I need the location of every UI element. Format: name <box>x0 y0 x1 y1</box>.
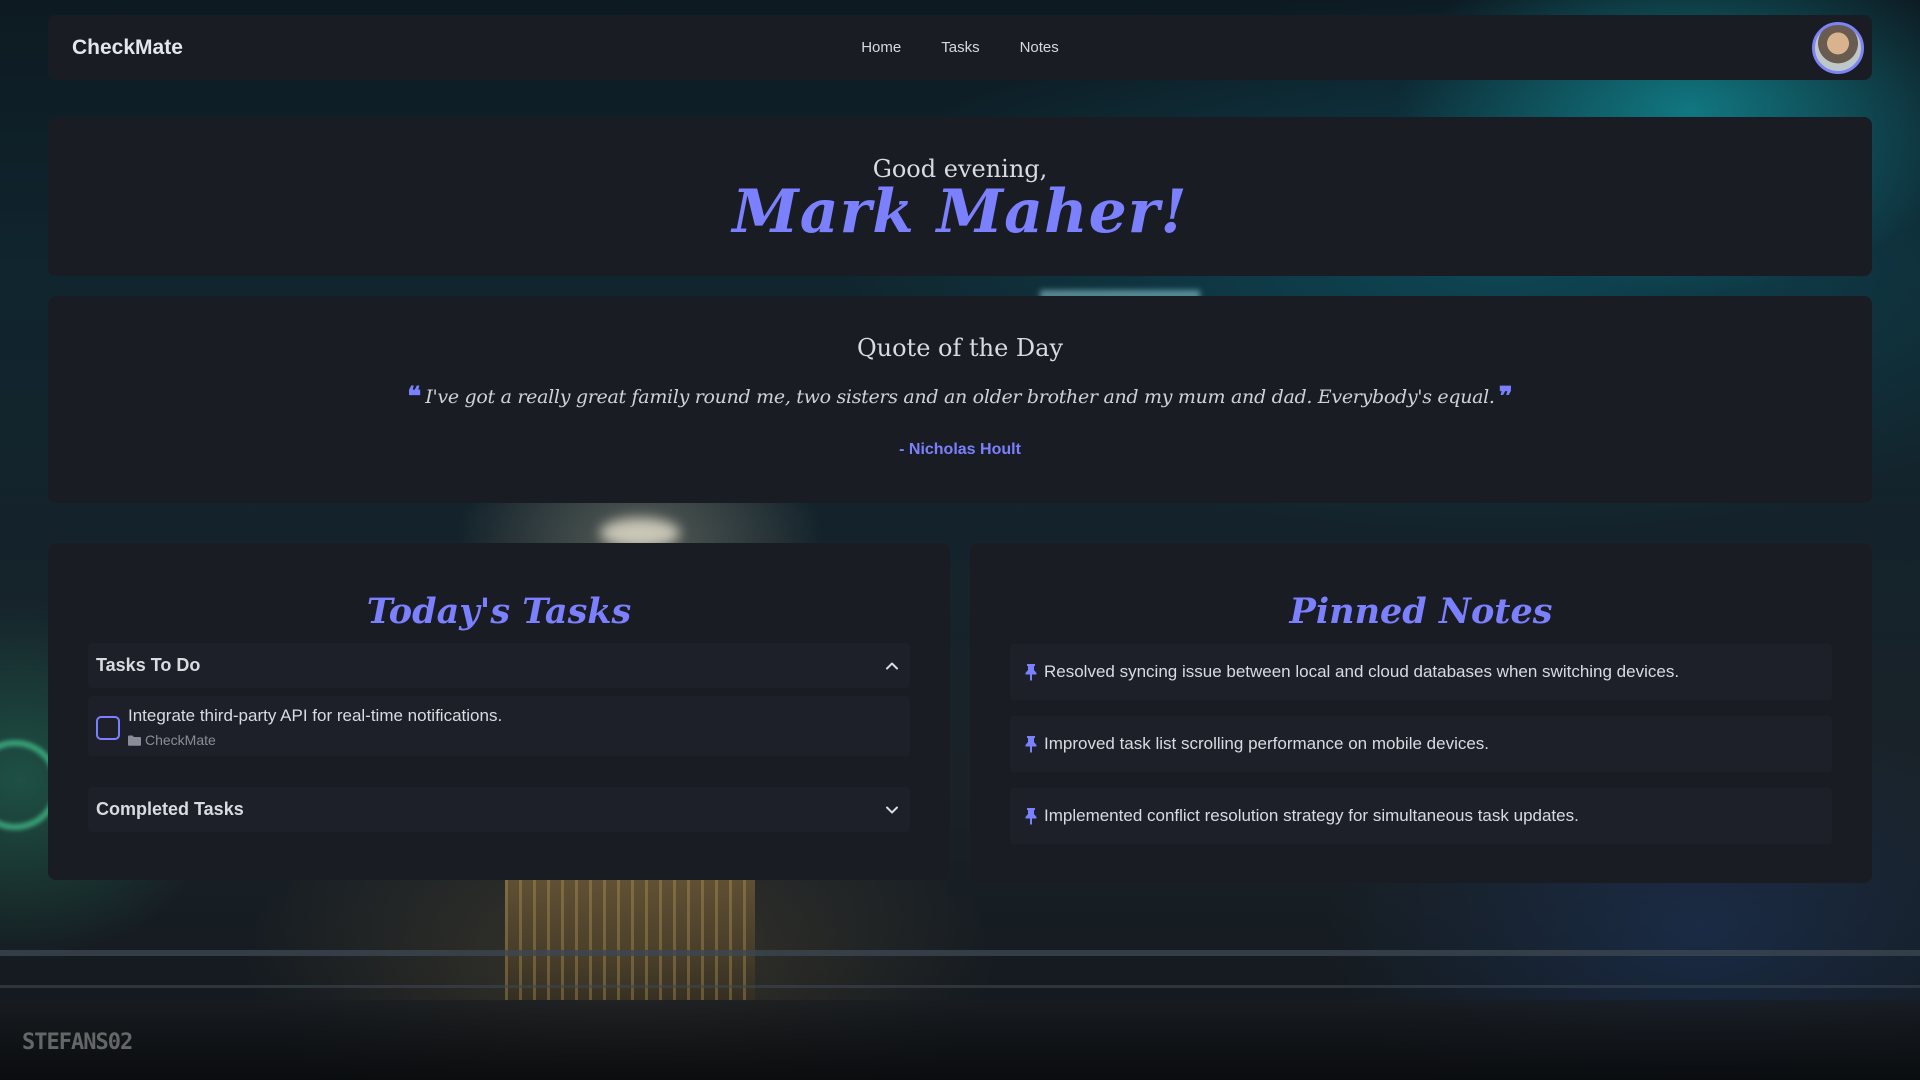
tasks-todo-label: Tasks To Do <box>96 655 201 675</box>
pinned-note-text: Improved task list scrolling performance… <box>1044 734 1490 753</box>
chevron-down-icon[interactable] <box>882 800 902 820</box>
user-name: Mark Maher! <box>732 177 1188 247</box>
task-text: Integrate third-party API for real-time … <box>128 706 503 725</box>
tasks-title: Today's Tasks <box>366 591 632 632</box>
quote-open-icon: ❝ <box>407 382 422 412</box>
greeting-panel: Good evening, Mark Maher! <box>48 117 1872 276</box>
nav-link-notes[interactable]: Notes <box>1020 39 1059 56</box>
brand-logo[interactable]: CheckMate <box>72 36 183 60</box>
tasks-completed-header[interactable]: Completed Tasks <box>88 787 910 832</box>
notes-title: Pinned Notes <box>1289 591 1553 632</box>
background-floor <box>0 1000 1920 1080</box>
tasks-completed-label: Completed Tasks <box>96 799 244 819</box>
user-avatar[interactable] <box>1812 22 1864 74</box>
pin-icon <box>1025 808 1037 825</box>
todays-tasks-panel: Today's Tasks Tasks To Do Integrate thir… <box>48 543 950 880</box>
pinned-note-item[interactable]: Improved task list scrolling performance… <box>1010 716 1832 772</box>
background-watermark: STEFANS02 <box>22 1030 133 1055</box>
task-project: CheckMate <box>128 732 216 748</box>
pinned-notes-panel: Pinned Notes Resolved syncing issue betw… <box>970 543 1872 883</box>
quote-title: Quote of the Day <box>856 334 1064 362</box>
task-item: Integrate third-party API for real-time … <box>88 696 910 756</box>
nav-link-home[interactable]: Home <box>861 39 901 56</box>
pin-icon <box>1025 664 1037 681</box>
task-project-name: CheckMate <box>145 732 216 748</box>
quote-line: ❝ I've got a really great family round m… <box>48 384 1872 410</box>
quote-author: - Nicholas Hoult <box>899 441 1021 458</box>
folder-icon <box>128 735 141 746</box>
navbar: CheckMate Home Tasks Notes <box>48 15 1872 80</box>
background-rail <box>0 950 1920 956</box>
background-gate <box>505 880 755 1000</box>
pinned-note-item[interactable]: Resolved syncing issue between local and… <box>1010 644 1832 700</box>
pin-icon <box>1025 736 1037 753</box>
tasks-todo-header[interactable]: Tasks To Do <box>88 643 910 688</box>
pinned-note-text: Resolved syncing issue between local and… <box>1044 662 1680 681</box>
background-rail-lower <box>0 985 1920 988</box>
nav-links: Home Tasks Notes <box>48 39 1872 56</box>
nav-link-tasks[interactable]: Tasks <box>941 39 979 56</box>
pinned-note-item[interactable]: Implemented conflict resolution strategy… <box>1010 788 1832 844</box>
chevron-up-icon[interactable] <box>882 656 902 676</box>
quote-text: I've got a really great family round me,… <box>425 386 1495 408</box>
quote-panel: Quote of the Day ❝ I've got a really gre… <box>48 296 1872 503</box>
quote-close-icon: ❞ <box>1498 382 1513 412</box>
task-checkbox[interactable] <box>96 716 120 740</box>
pinned-note-text: Implemented conflict resolution strategy… <box>1044 806 1579 825</box>
